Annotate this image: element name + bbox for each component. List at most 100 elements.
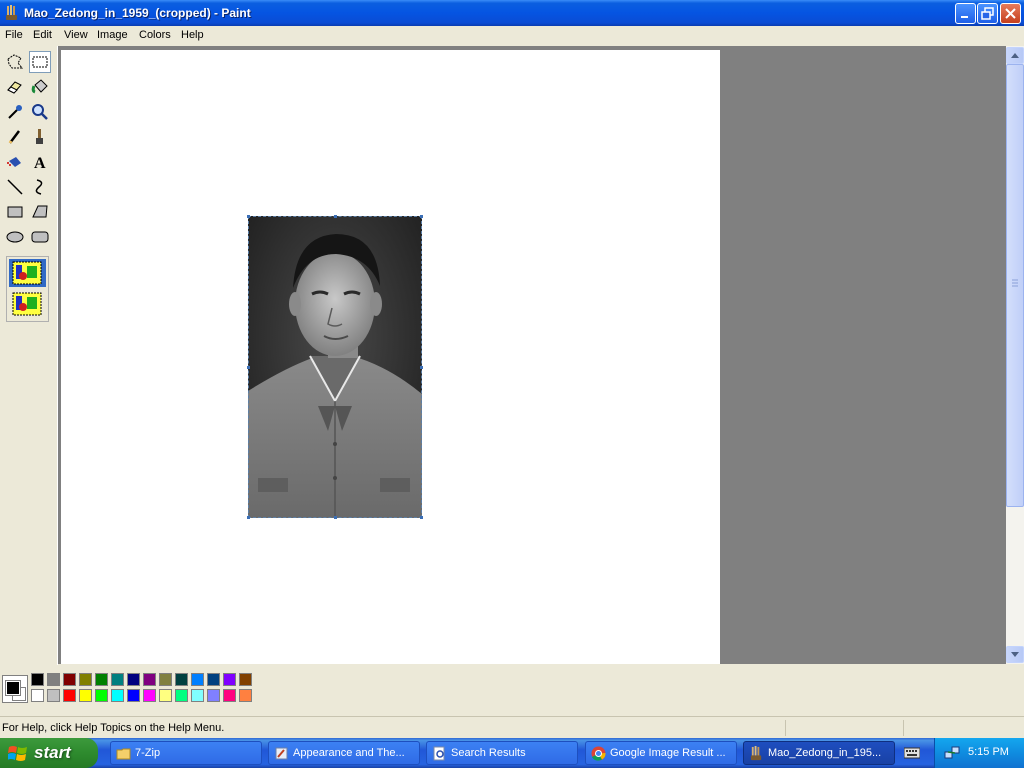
polygon-icon[interactable] bbox=[29, 201, 51, 223]
eraser-icon[interactable] bbox=[4, 76, 26, 98]
resize-handle[interactable] bbox=[420, 366, 423, 369]
palette-swatch[interactable] bbox=[207, 689, 220, 702]
palette-swatch[interactable] bbox=[31, 673, 44, 686]
drawing-canvas[interactable] bbox=[61, 50, 720, 664]
search-results-icon bbox=[433, 746, 445, 761]
menu-image[interactable]: Image bbox=[97, 29, 128, 41]
taskbar-button-label: Mao_Zedong_in_195... bbox=[768, 747, 882, 759]
start-button[interactable]: start bbox=[0, 738, 98, 768]
palette-swatch[interactable] bbox=[47, 689, 60, 702]
text-icon[interactable]: A bbox=[29, 151, 51, 173]
resize-handle[interactable] bbox=[247, 516, 250, 519]
taskbar-button-google-image[interactable]: Google Image Result ... bbox=[585, 741, 737, 765]
paint-icon bbox=[6, 5, 17, 20]
palette-swatch[interactable] bbox=[239, 673, 252, 686]
palette-swatch[interactable] bbox=[191, 689, 204, 702]
palette-swatch[interactable] bbox=[175, 689, 188, 702]
fill-bucket-icon[interactable] bbox=[29, 76, 51, 98]
resize-handle[interactable] bbox=[247, 366, 250, 369]
palette-swatch[interactable] bbox=[223, 673, 236, 686]
window-title: Mao_Zedong_in_1959_(cropped) - Paint bbox=[24, 6, 251, 20]
scroll-up-button[interactable] bbox=[1006, 47, 1024, 64]
taskbar-button-label: 7-Zip bbox=[135, 747, 161, 759]
free-form-select-icon[interactable] bbox=[4, 51, 26, 73]
clock: 5:15 PM bbox=[968, 746, 1009, 758]
menu-bar: File Edit View Image Colors Help bbox=[0, 26, 1024, 45]
transparent-selection-option[interactable] bbox=[9, 290, 46, 318]
menu-view[interactable]: View bbox=[64, 29, 88, 41]
resize-handle[interactable] bbox=[247, 215, 250, 218]
palette-swatch[interactable] bbox=[143, 673, 156, 686]
keyboard-icon[interactable] bbox=[904, 746, 920, 760]
title-bar: Mao_Zedong_in_1959_(cropped) - Paint bbox=[0, 0, 1024, 26]
opaque-selection-option[interactable] bbox=[9, 259, 46, 287]
system-tray: 5:15 PM bbox=[934, 738, 1024, 768]
minimize-button[interactable] bbox=[955, 3, 976, 24]
palette-swatch[interactable] bbox=[207, 673, 220, 686]
status-divider bbox=[903, 720, 904, 736]
palette-swatch[interactable] bbox=[79, 673, 92, 686]
taskbar-button-label: Search Results bbox=[451, 747, 526, 759]
rect-select-icon[interactable] bbox=[29, 51, 51, 73]
palette-swatch[interactable] bbox=[127, 673, 140, 686]
palette-swatch[interactable] bbox=[79, 689, 92, 702]
menu-file[interactable]: File bbox=[5, 29, 23, 41]
tool-options bbox=[6, 256, 49, 322]
palette-swatch[interactable] bbox=[111, 673, 124, 686]
close-button[interactable] bbox=[1000, 3, 1021, 24]
taskbar-button-paint[interactable]: Mao_Zedong_in_195... bbox=[743, 741, 895, 765]
pencil-icon[interactable] bbox=[4, 126, 26, 148]
palette-swatch[interactable] bbox=[63, 673, 76, 686]
foreground-color-swatch[interactable] bbox=[5, 680, 21, 696]
scroll-down-button[interactable] bbox=[1006, 646, 1024, 663]
current-colors[interactable] bbox=[2, 675, 28, 703]
taskbar-button-7zip[interactable]: 7-Zip bbox=[110, 741, 262, 765]
palette-swatch[interactable] bbox=[95, 673, 108, 686]
palette-swatch[interactable] bbox=[191, 673, 204, 686]
toolbox: A bbox=[0, 46, 58, 665]
resize-handle[interactable] bbox=[334, 215, 337, 218]
vertical-scrollbar[interactable] bbox=[1006, 46, 1024, 664]
palette-swatch[interactable] bbox=[143, 689, 156, 702]
palette-swatch[interactable] bbox=[31, 689, 44, 702]
resize-handle[interactable] bbox=[420, 516, 423, 519]
palette-swatch[interactable] bbox=[95, 689, 108, 702]
network-icon[interactable] bbox=[944, 745, 960, 761]
taskbar-button-appearance[interactable]: Appearance and The... bbox=[268, 741, 420, 765]
taskbar-button-label: Google Image Result ... bbox=[610, 747, 726, 759]
airbrush-icon[interactable] bbox=[4, 151, 26, 173]
scroll-thumb[interactable] bbox=[1006, 64, 1024, 507]
menu-help[interactable]: Help bbox=[181, 29, 204, 41]
palette-swatch[interactable] bbox=[159, 689, 172, 702]
taskbar-button-search-results[interactable]: Search Results bbox=[426, 741, 578, 765]
pick-color-icon[interactable] bbox=[4, 101, 26, 123]
palette-swatch[interactable] bbox=[159, 673, 172, 686]
status-bar: For Help, click Help Topics on the Help … bbox=[0, 716, 1024, 739]
palette-swatch[interactable] bbox=[111, 689, 124, 702]
rounded-rect-icon[interactable] bbox=[29, 226, 51, 248]
ellipse-icon[interactable] bbox=[4, 226, 26, 248]
palette-swatch[interactable] bbox=[239, 689, 252, 702]
line-icon[interactable] bbox=[4, 176, 26, 198]
palette-swatch[interactable] bbox=[47, 673, 60, 686]
workspace bbox=[58, 46, 1006, 664]
palette-swatch[interactable] bbox=[175, 673, 188, 686]
palette-swatch[interactable] bbox=[63, 689, 76, 702]
magnifier-icon[interactable] bbox=[29, 101, 51, 123]
selection-marquee[interactable] bbox=[248, 216, 422, 518]
restore-button[interactable] bbox=[977, 3, 998, 24]
brush-icon[interactable] bbox=[29, 126, 51, 148]
curve-icon[interactable] bbox=[29, 176, 51, 198]
status-help-text: For Help, click Help Topics on the Help … bbox=[2, 722, 225, 734]
folder-icon bbox=[116, 748, 131, 760]
paint-icon bbox=[750, 746, 762, 761]
resize-handle[interactable] bbox=[420, 215, 423, 218]
taskbar-button-label: Appearance and The... bbox=[293, 747, 405, 759]
menu-colors[interactable]: Colors bbox=[139, 29, 171, 41]
rectangle-icon[interactable] bbox=[4, 201, 26, 223]
palette-swatch[interactable] bbox=[223, 689, 236, 702]
palette-swatch[interactable] bbox=[127, 689, 140, 702]
menu-edit[interactable]: Edit bbox=[33, 29, 52, 41]
resize-handle[interactable] bbox=[334, 516, 337, 519]
color-palette bbox=[0, 665, 1024, 713]
